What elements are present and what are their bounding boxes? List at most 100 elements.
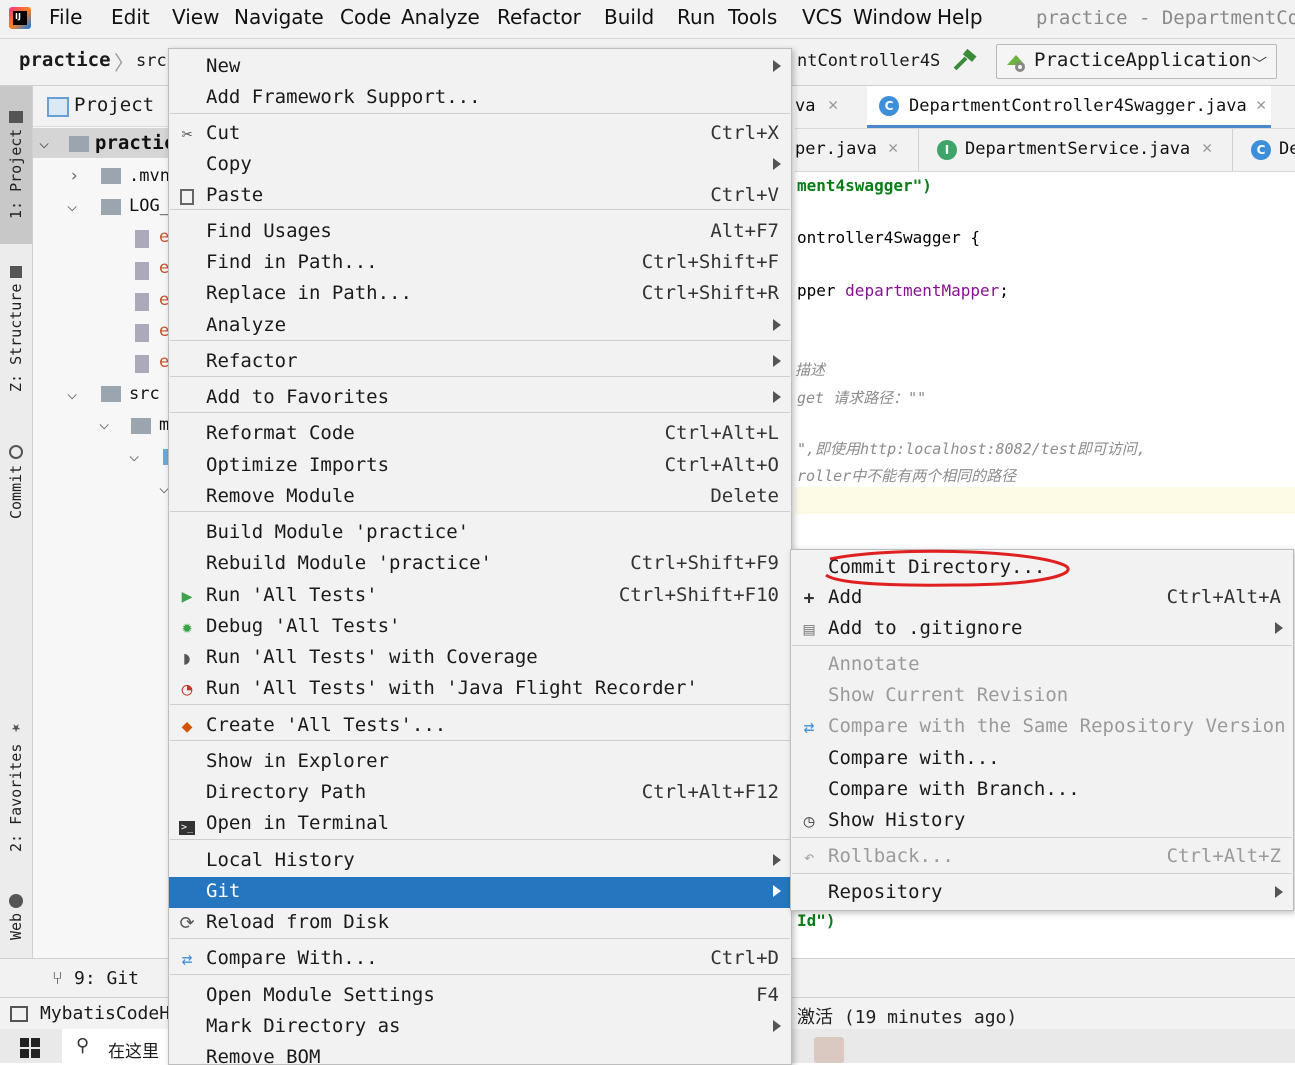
expand-chevron-icon[interactable]: ⌵ xyxy=(99,414,109,434)
context-menu-item-shortcut: Ctrl+Alt+O xyxy=(664,454,779,476)
context-menu-item-refactor[interactable]: Refactor xyxy=(169,347,791,378)
tree-item-src[interactable]: src xyxy=(129,384,160,404)
expand-chevron-icon[interactable]: ⌵ xyxy=(129,446,139,466)
tab-web[interactable]: Web xyxy=(0,882,32,952)
menu-file[interactable]: File xyxy=(49,5,82,29)
context-menu-item-cut[interactable]: ✂ Cut Ctrl+X xyxy=(169,119,791,150)
context-menu-item-run-all-tests-with-java-flight-recorder[interactable]: ◔ Run 'All Tests' with 'Java Flight Recor… xyxy=(169,674,791,705)
menu-code[interactable]: Code xyxy=(340,5,391,29)
code-line: pper departmentMapper; xyxy=(797,281,1009,300)
context-menu-item-open-in-terminal[interactable]: >_ Open in Terminal xyxy=(169,809,791,840)
context-menu-item-optimize-imports[interactable]: Optimize Imports Ctrl+Alt+O xyxy=(169,451,791,482)
context-menu-item-mark-directory-as[interactable]: Mark Directory as xyxy=(169,1012,791,1043)
context-menu-item-remove-module[interactable]: Remove Module Delete xyxy=(169,482,791,513)
tab-project[interactable]: 1: Project xyxy=(0,86,32,244)
code-type: pper xyxy=(797,281,846,300)
structure-icon xyxy=(10,265,22,278)
context-menu-item-open-module-settings[interactable]: Open Module Settings F4 xyxy=(169,981,791,1012)
context-menu-item-label: New xyxy=(206,55,241,77)
tab-favorites[interactable]: 2: Favorites ★ xyxy=(0,706,32,866)
menu-refactor[interactable]: Refactor xyxy=(497,5,581,29)
submenu-arrow-icon xyxy=(773,60,781,72)
git-submenu-item-repository[interactable]: Repository xyxy=(791,878,1293,909)
context-menu-item-show-in-explorer[interactable]: Show in Explorer xyxy=(169,747,791,778)
context-menu-item-shortcut: Ctrl+V xyxy=(710,184,779,206)
context-menu-item-find-in-path[interactable]: Find in Path... Ctrl+Shift+F xyxy=(169,248,791,279)
gitignore-icon: ▤ xyxy=(803,619,815,640)
context-menu-item-build-module-practice[interactable]: Build Module 'practice' xyxy=(169,518,791,549)
context-menu-item-compare-with[interactable]: ⇄ Compare With... Ctrl+D xyxy=(169,944,791,975)
context-menu-item-rebuild-module-practice[interactable]: Rebuild Module 'practice' Ctrl+Shift+F9 xyxy=(169,549,791,580)
tab-label[interactable]: De xyxy=(1279,139,1295,159)
tab-mybatis[interactable]: MybatisCodeH xyxy=(40,1003,170,1024)
folder-icon xyxy=(101,386,121,402)
file-icon xyxy=(135,355,149,373)
tab-git[interactable]: 9: Git xyxy=(74,968,139,989)
collapse-chevron-icon[interactable]: › xyxy=(69,166,79,186)
context-menu-item-replace-in-path[interactable]: Replace in Path... Ctrl+Shift+R xyxy=(169,279,791,310)
star-icon: ★ xyxy=(6,720,26,740)
menu-vcs[interactable]: VCS xyxy=(802,5,842,29)
menu-navigate[interactable]: Navigate xyxy=(234,5,324,29)
tree-item-log[interactable]: LOG_ xyxy=(129,196,170,216)
menu-help[interactable]: Help xyxy=(937,5,983,29)
expand-chevron-icon[interactable]: ⌵ xyxy=(67,196,77,216)
breadcrumb-file[interactable]: ntController4S xyxy=(797,51,940,71)
context-menu-item-analyze[interactable]: Analyze xyxy=(169,311,791,342)
context-menu-item-reload-from-disk[interactable]: ⟳ Reload from Disk xyxy=(169,908,791,939)
context-menu-item-git[interactable]: Git xyxy=(169,877,791,908)
menu-window[interactable]: Window xyxy=(853,5,932,29)
tree-item-mvn[interactable]: .mvn xyxy=(129,166,170,186)
taskbar-search[interactable]: ⚲ 在这里 xyxy=(62,1029,182,1063)
build-hammer-icon[interactable] xyxy=(952,48,978,73)
menu-separator xyxy=(170,340,790,341)
tab-commit[interactable]: Commit xyxy=(0,432,32,532)
menu-view[interactable]: View xyxy=(172,5,219,29)
context-menu-item-run-all-tests[interactable]: ▶ Run 'All Tests' Ctrl+Shift+F10 xyxy=(169,581,791,612)
context-menu-item-create-all-tests[interactable]: ◆ Create 'All Tests'... xyxy=(169,711,791,742)
menu-run[interactable]: Run xyxy=(677,5,715,29)
context-menu-item-label: Mark Directory as xyxy=(206,1015,401,1037)
tab-structure[interactable]: Z: Structure xyxy=(0,254,32,404)
context-menu-item-paste[interactable]: Paste Ctrl+V xyxy=(169,181,791,212)
expand-chevron-icon[interactable]: ⌵ xyxy=(39,133,49,153)
context-menu-item-find-usages[interactable]: Find Usages Alt+F7 xyxy=(169,217,791,248)
context-menu-item-new[interactable]: New xyxy=(169,52,791,83)
context-menu-item-reformat-code[interactable]: Reformat Code Ctrl+Alt+L xyxy=(169,419,791,450)
tab-label[interactable]: DepartmentService.java xyxy=(965,139,1190,159)
git-submenu-item-add-to-gitignore[interactable]: ▤ Add to .gitignore xyxy=(791,614,1293,645)
close-icon[interactable]: ✕ xyxy=(888,138,898,158)
close-icon[interactable]: ✕ xyxy=(1256,95,1266,115)
context-menu-item-local-history[interactable]: Local History xyxy=(169,846,791,877)
breadcrumb-project[interactable]: practice xyxy=(19,49,111,71)
run-config-selector[interactable]: PracticeApplication ﹀ xyxy=(996,44,1277,79)
context-menu-item-label: Directory Path xyxy=(206,781,367,803)
context-menu-item-directory-path[interactable]: Directory Path Ctrl+Alt+F12 xyxy=(169,778,791,809)
tab-label[interactable]: va xyxy=(795,96,815,116)
context-menu-item-add-framework-support[interactable]: Add Framework Support... xyxy=(169,83,791,114)
tab-active[interactable]: C DepartmentController4Swagger.java xyxy=(867,86,1271,128)
git-submenu-item-label: Compare with... xyxy=(828,747,1000,769)
close-icon[interactable]: ✕ xyxy=(828,95,838,115)
tab-label[interactable]: per.java xyxy=(795,139,877,159)
context-menu-item-remove-bom[interactable]: Remove BOM xyxy=(169,1043,791,1064)
project-pane-title[interactable]: Project xyxy=(74,94,154,116)
git-submenu-item-show-history[interactable]: ◷ Show History xyxy=(791,806,1293,837)
context-menu-item-debug-all-tests[interactable]: ✹ Debug 'All Tests' xyxy=(169,612,791,643)
tree-item-practice[interactable]: practic xyxy=(95,132,175,154)
context-menu-item-add-to-favorites[interactable]: Add to Favorites xyxy=(169,383,791,414)
menu-build[interactable]: Build xyxy=(604,5,654,29)
context-menu-item-run-all-tests-with-coverage[interactable]: ◗ Run 'All Tests' with Coverage xyxy=(169,643,791,674)
menu-tools[interactable]: Tools xyxy=(728,5,777,29)
menu-analyze[interactable]: Analyze xyxy=(401,5,480,29)
close-icon[interactable]: ✕ xyxy=(1202,138,1212,158)
git-submenu-item-compare-with-branch[interactable]: Compare with Branch... xyxy=(791,775,1293,806)
git-submenu-item-compare-with[interactable]: Compare with... xyxy=(791,744,1293,775)
windows-start-icon[interactable] xyxy=(20,1038,40,1058)
context-menu-item-shortcut: Alt+F7 xyxy=(710,220,779,242)
menu-edit[interactable]: Edit xyxy=(111,5,150,29)
context-menu-item-copy[interactable]: Copy xyxy=(169,150,791,181)
context-menu-item-label: Create 'All Tests'... xyxy=(206,714,447,736)
expand-chevron-icon[interactable]: ⌵ xyxy=(67,384,77,404)
breadcrumb-folder[interactable]: src xyxy=(136,51,167,71)
